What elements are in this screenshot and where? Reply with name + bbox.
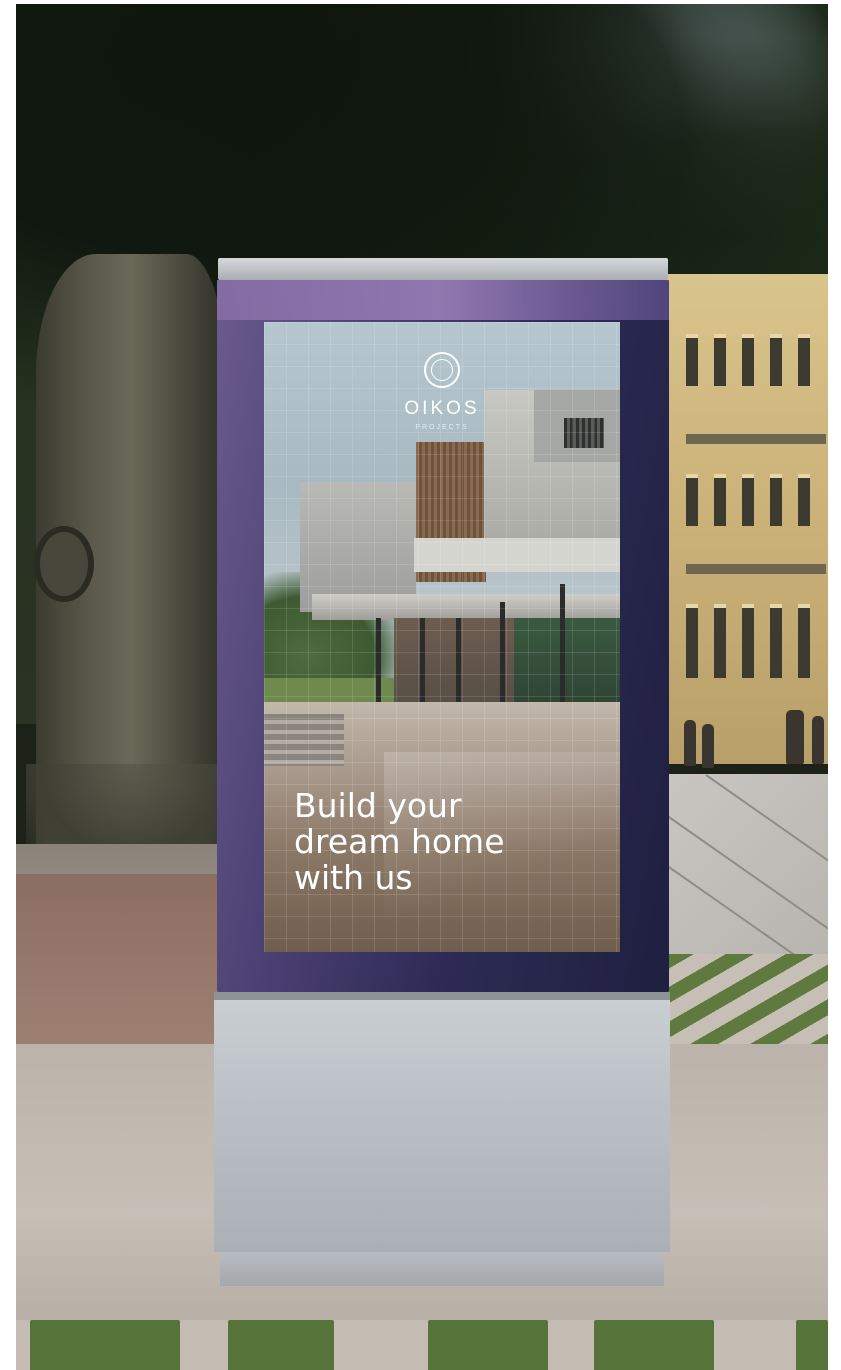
balcony (686, 434, 826, 444)
kiosk-base (214, 1000, 670, 1252)
kiosk-foot (220, 1252, 664, 1286)
building-window (770, 474, 782, 526)
headline-line-2: dream home (294, 822, 505, 861)
ad-poster: OIKOS PROJECTS Build your dream home wit… (264, 322, 620, 952)
building-window (770, 604, 782, 678)
building-window (770, 334, 782, 386)
pedestrian (786, 710, 804, 764)
grass-patch (30, 1320, 180, 1370)
building-window (742, 334, 754, 386)
building-window (798, 474, 810, 526)
kiosk-top-cap (218, 258, 668, 280)
scene: OIKOS PROJECTS Build your dream home wit… (0, 0, 841, 1370)
building-window (714, 604, 726, 678)
grass-patch (228, 1320, 334, 1370)
frame-glow (217, 280, 669, 320)
brand-name: OIKOS (404, 398, 480, 419)
building-window (714, 334, 726, 386)
brick-paving (16, 874, 246, 1044)
poster-headline: Build your dream home with us (294, 788, 594, 896)
building-window (686, 474, 698, 526)
concrete-ramp (665, 774, 828, 981)
grass-patch (796, 1320, 828, 1370)
building-window (742, 604, 754, 678)
headline-line-3: with us (294, 858, 413, 897)
oikos-logo-inner-ring (431, 359, 453, 381)
building-window (742, 474, 754, 526)
building-window (686, 604, 698, 678)
headline-line-1: Build your (294, 786, 462, 825)
brand-tagline: PROJECTS (415, 424, 469, 431)
ramp-line (665, 814, 828, 931)
building-window (798, 604, 810, 678)
building-facade (666, 274, 828, 764)
pedestrian (812, 716, 824, 764)
grass-patch (594, 1320, 714, 1370)
building-window (714, 474, 726, 526)
grass-patch (428, 1320, 548, 1370)
pedestrian (702, 724, 714, 768)
building-window (686, 334, 698, 386)
balcony (686, 564, 826, 574)
ramp-line (705, 774, 828, 891)
tree-knot (34, 526, 94, 602)
grass-stripes (666, 954, 828, 1044)
pedestrian (684, 720, 696, 766)
building-window (798, 334, 810, 386)
